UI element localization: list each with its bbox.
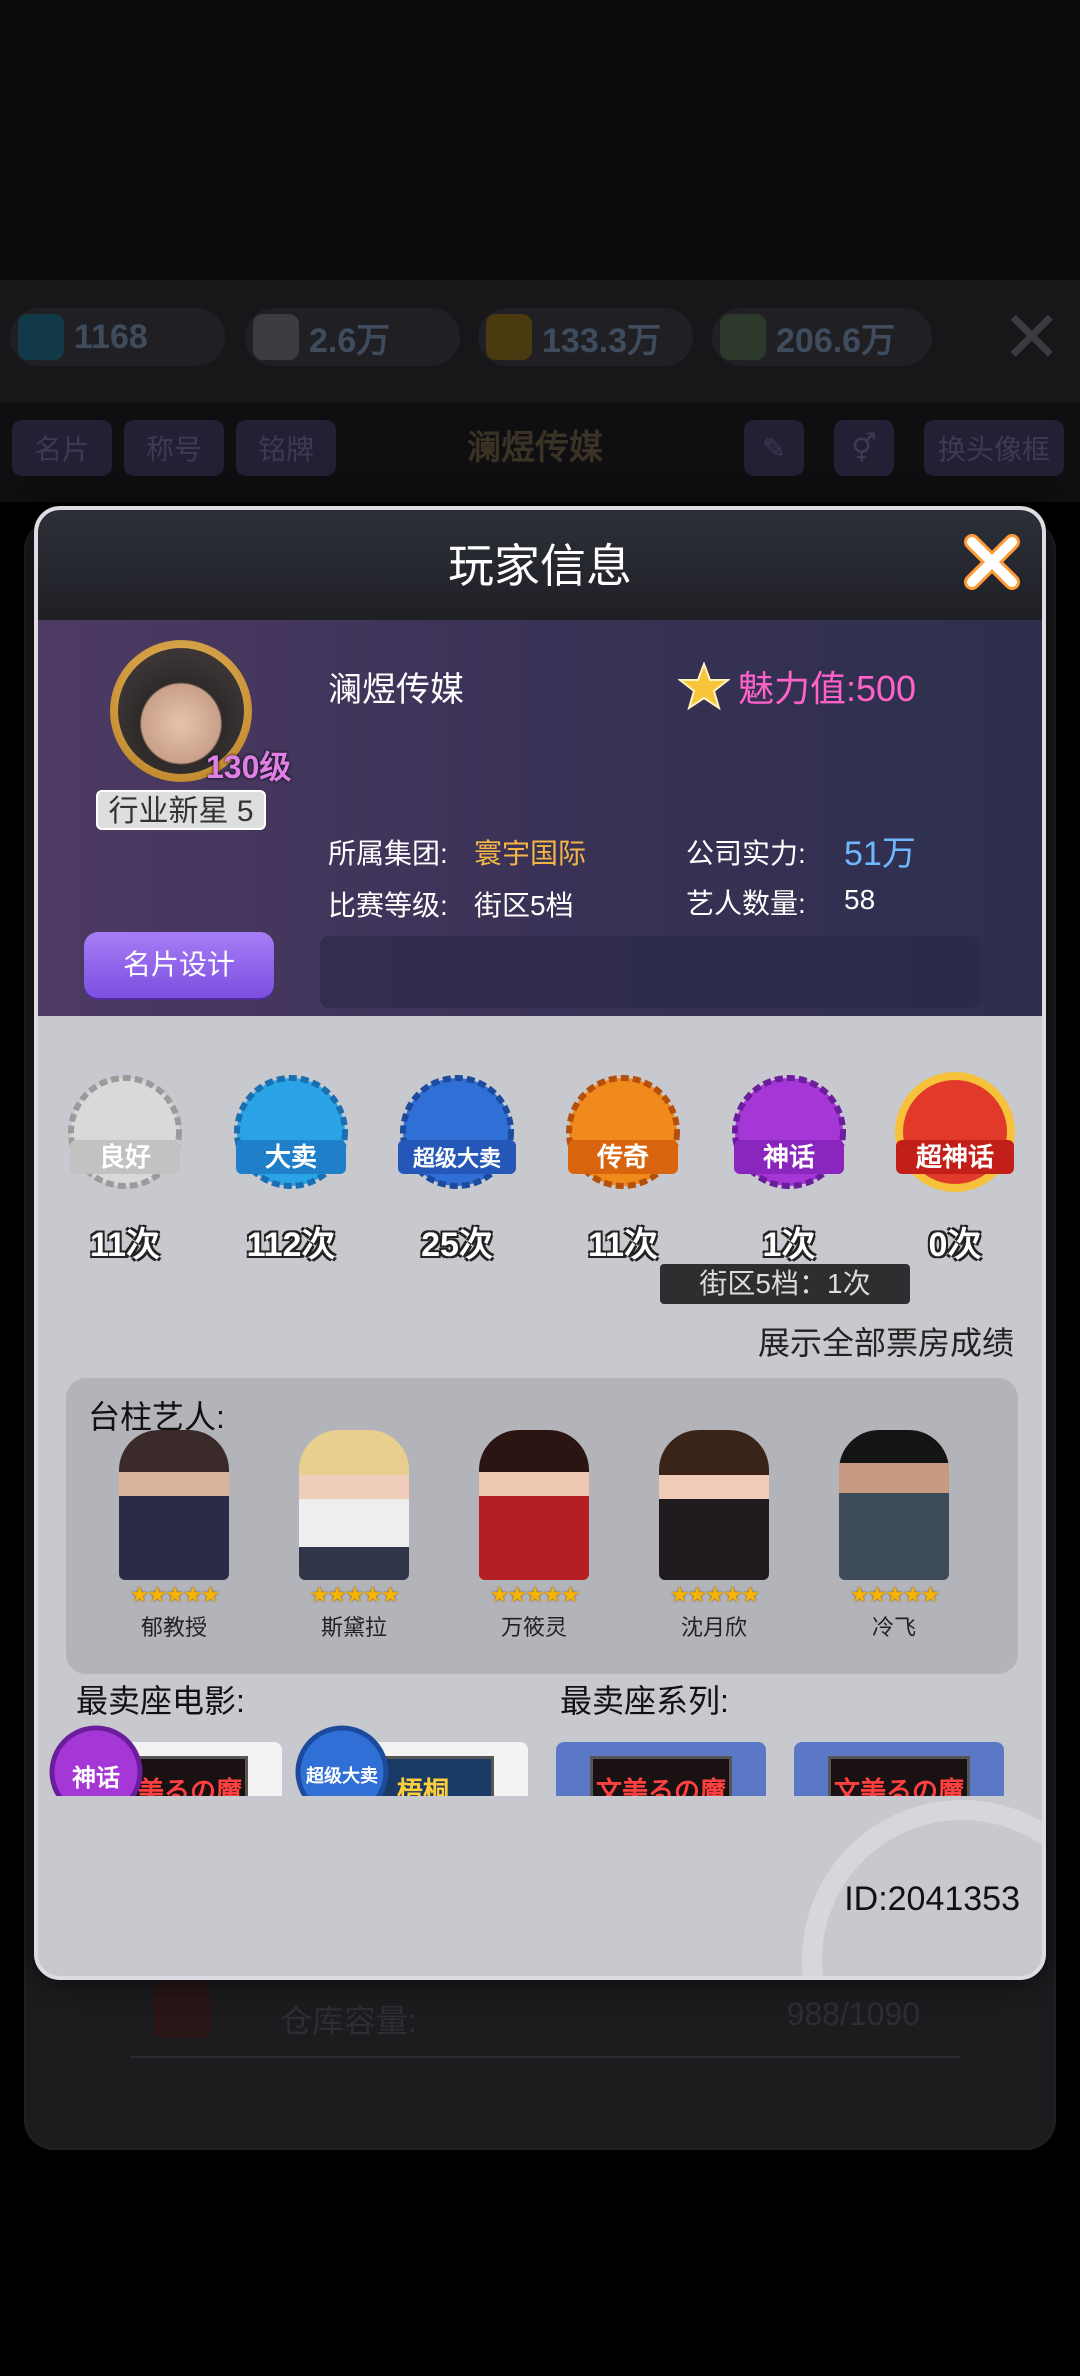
badge-super-hit-icon: 超级大卖 (398, 1075, 516, 1189)
profile-card: 130级 行业新星 5 澜煜传媒 魅力值:500 所属集团: 寰宇国际 公司实力… (38, 620, 1042, 1016)
badge-myth-icon: 神话 (732, 1075, 846, 1189)
badge-good-icon: 良好 (68, 1075, 182, 1189)
strength-label: 公司实力: (686, 838, 806, 869)
artist-portrait (839, 1430, 949, 1580)
player-id: ID:2041353 (844, 1880, 1020, 1918)
coins-resource: 133.3万 (478, 308, 693, 366)
badge-legend-icon: 传奇 (566, 1075, 680, 1189)
poster-image: 文美るの魔 (827, 1756, 971, 1796)
svg-text:大卖: 大卖 (265, 1142, 317, 1172)
tab-card[interactable]: 名片 (12, 420, 112, 476)
poster-strip: 文美るの魔 神话 梧桐 超级大卖 文美るの魔 文美るの魔 (38, 1722, 1042, 1796)
artist-card[interactable]: ★★★★★ 冷飞 (834, 1430, 954, 1642)
badge-hit[interactable]: 大卖 112次 (216, 1070, 366, 1266)
artist-card[interactable]: ★★★★★ 万筱灵 (474, 1430, 594, 1642)
rank-title: 行业新星 5 (96, 790, 266, 830)
artist-name: 万筱灵 (500, 1615, 567, 1640)
series-poster[interactable]: 文美るの魔 (556, 1742, 766, 1796)
background-company-name: 澜煜传媒 (467, 429, 603, 467)
match-label: 比赛等级: (328, 890, 448, 921)
card-design-button[interactable]: 名片设计 (84, 932, 274, 998)
svg-text:良好: 良好 (99, 1142, 151, 1172)
diamond-resource: 1168 (10, 308, 225, 366)
match-value: 街区5档 (474, 890, 574, 921)
group-value[interactable]: 寰宇国际 (474, 832, 586, 872)
artist-card[interactable]: ★★★★★ 郁教授 (114, 1430, 234, 1642)
diamond-icon (18, 314, 64, 360)
poster-image: 文美るの魔 (589, 1756, 733, 1796)
artist-name: 沈月欣 (680, 1615, 747, 1640)
artist-rating: ★★★★★ (309, 1582, 401, 1607)
badge-hit-icon: 大卖 (234, 1075, 348, 1189)
badge-myth[interactable]: 神话 1次 (714, 1070, 864, 1266)
badge-myth-count: 1次 (762, 1226, 816, 1264)
artist-portrait (659, 1430, 769, 1580)
myth-badge-icon: 神话 (49, 1725, 143, 1796)
best-movie-title: 最卖座电影: (76, 1683, 245, 1719)
artist-rating: ★★★★★ (849, 1582, 941, 1607)
tab-title[interactable]: 称号 (124, 420, 224, 476)
player-info-dialog: 玩家信息 130级 行业新星 5 澜煜传媒 魅力值:500 所属集团: 寰宇国际… (34, 506, 1046, 1980)
badge-super-myth-icon: 超神话 (895, 1072, 1015, 1192)
svg-text:超级大卖: 超级大卖 (306, 1765, 378, 1786)
signature-box[interactable] (320, 936, 980, 1008)
strength-value: 51万 (844, 835, 916, 873)
thumbs-up-icon (253, 314, 299, 360)
artist-rating: ★★★★★ (489, 1582, 581, 1607)
player-level: 130级 (206, 749, 292, 785)
edit-icon[interactable]: ✎ (744, 420, 804, 476)
show-all-box-office-link[interactable]: 展示全部票房成绩 (758, 1318, 1014, 1364)
likes-resource: 2.6万 (245, 308, 460, 366)
change-frame-button[interactable]: 换头像框 (924, 420, 1064, 476)
badge-legend[interactable]: 传奇 11次 (548, 1070, 698, 1266)
badge-hit-count: 112次 (246, 1226, 336, 1264)
dialog-title: 玩家信息 (448, 540, 632, 592)
charm-value: 魅力值:500 (738, 668, 917, 709)
svg-text:传奇: 传奇 (596, 1142, 649, 1172)
dialog-header: 玩家信息 (38, 510, 1042, 620)
artist-portrait (119, 1430, 229, 1580)
svg-text:神话: 神话 (763, 1142, 815, 1172)
super-hit-badge-icon: 超级大卖 (295, 1725, 389, 1796)
gender-icon[interactable]: ⚥ (834, 420, 894, 476)
artist-name: 斯黛拉 (320, 1615, 387, 1640)
background-close-icon[interactable]: ✕ (1002, 302, 1062, 374)
artist-name: 冷飞 (871, 1615, 916, 1640)
artists-value: 58 (844, 884, 876, 915)
gold-coins-icon (486, 314, 532, 360)
badge-super-myth[interactable]: 超神话 0次 (880, 1070, 1030, 1266)
best-series-title: 最卖座系列: (560, 1683, 729, 1719)
badge-legend-count: 11次 (588, 1226, 658, 1264)
player-name: 澜煜传媒 (328, 671, 464, 709)
artist-name: 郁教授 (140, 1615, 207, 1640)
badge-super-hit-count: 25次 (421, 1226, 493, 1264)
badge-super-myth-count: 0次 (928, 1226, 982, 1264)
series-poster[interactable]: 文美るの魔 (794, 1742, 1004, 1796)
svg-text:超神话: 超神话 (916, 1142, 994, 1172)
svg-text:神话: 神话 (72, 1765, 120, 1792)
cash-resource: 206.6万 (712, 308, 932, 366)
svg-text:超级大卖: 超级大卖 (413, 1146, 501, 1171)
group-label: 所属集团: (328, 838, 448, 869)
tab-plate[interactable]: 铭牌 (236, 420, 336, 476)
warehouse-icon (154, 1982, 210, 2038)
artist-portrait (299, 1430, 409, 1580)
star-artists-panel: 台柱艺人: ★★★★★ 郁教授 ★★★★★ 斯黛拉 ★★★★★ 万筱灵 ★★★★… (66, 1378, 1018, 1674)
background-top (0, 0, 1080, 280)
close-icon[interactable] (962, 532, 1022, 592)
artist-portrait (479, 1430, 589, 1580)
badge-super-hit[interactable]: 超级大卖 25次 (382, 1070, 532, 1266)
badge-tooltip: 街区5档：1次 (660, 1264, 910, 1304)
cash-icon (720, 314, 766, 360)
badge-good-count: 11次 (90, 1226, 160, 1264)
artist-rating: ★★★★★ (129, 1582, 221, 1607)
badge-good[interactable]: 良好 11次 (50, 1070, 200, 1266)
warehouse-row: 仓库容量: 988/1090 (130, 1968, 960, 2058)
artist-card[interactable]: ★★★★★ 沈月欣 (654, 1430, 774, 1642)
star-icon (678, 662, 730, 710)
artist-card[interactable]: ★★★★★ 斯黛拉 (294, 1430, 414, 1642)
artists-label: 艺人数量: (686, 888, 806, 919)
artist-rating: ★★★★★ (669, 1582, 761, 1607)
